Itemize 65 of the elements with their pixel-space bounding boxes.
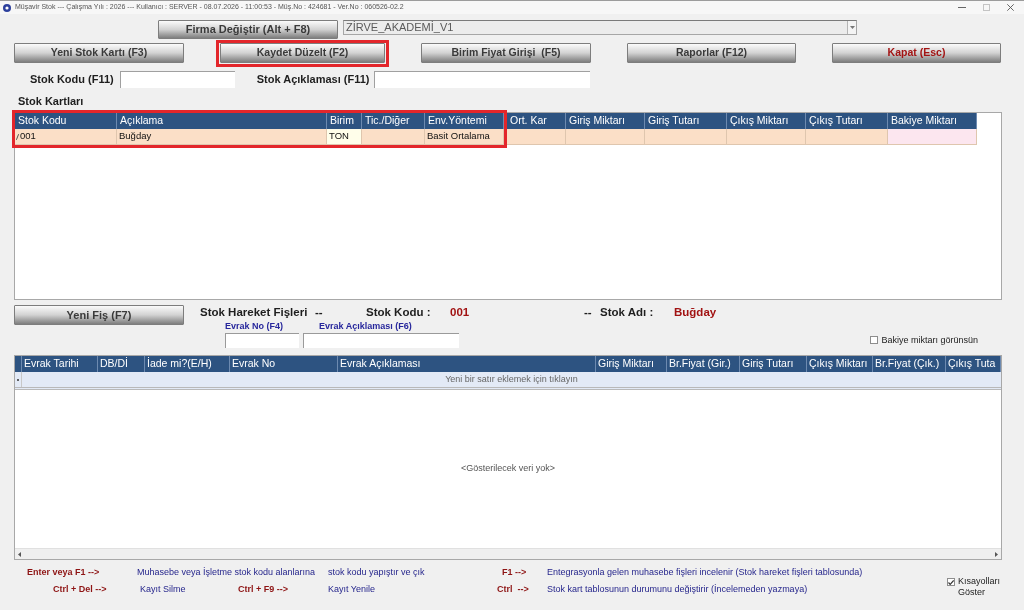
shortcut-key: F1 --> <box>502 567 527 578</box>
empty-message: <Gösterilecek veri yok> <box>460 462 555 476</box>
caret-icon <box>849 26 855 29</box>
new-voucher-button[interactable]: Yeni Fiş (F7) <box>14 305 184 325</box>
shortcut-key: Ctrl + F9 --> <box>238 584 288 595</box>
column-header[interactable]: Çıkış Tutarı <box>806 113 888 129</box>
column-header[interactable]: Tic./Diğer <box>362 113 425 129</box>
input-field[interactable] <box>225 333 299 348</box>
section-title: Stok Hareket Fişleri <box>200 304 308 320</box>
checkbox[interactable] <box>870 336 879 345</box>
separator-text: -- <box>584 304 592 320</box>
company-select[interactable]: ZİRVE_AKADEMİ_V1 <box>343 20 857 35</box>
checkbox-label: Kısayolları Göster <box>958 576 1002 598</box>
column-header[interactable]: Çıkış Miktarı <box>727 113 806 129</box>
horizontal-scrollbar[interactable] <box>15 548 1001 559</box>
action-button[interactable]: Birim Fiyat Girişi (F5) <box>421 43 591 63</box>
field-label: Stok Açıklaması (F11) <box>256 71 370 87</box>
checkmark-icon <box>948 579 954 585</box>
shortcut-description: stok kodu yapıştır ve çık <box>328 567 425 578</box>
shortcut-key: Ctrl + Del --> <box>53 584 107 595</box>
input-field[interactable] <box>119 70 235 88</box>
change-company-button[interactable]: Firma Değiştir (Alt + F8) <box>158 20 338 39</box>
column-header[interactable]: Açıklama <box>117 113 327 129</box>
column-header[interactable]: Giriş Tutarı <box>645 113 727 129</box>
action-button[interactable]: Kapat (Esc) <box>832 43 1001 63</box>
shortcut-description: Stok kart tablosunun durumunu değiştirir (İncelemeden yazmaya) <box>547 584 808 595</box>
action-button[interactable]: Raporlar (F12) <box>627 43 796 63</box>
field-value: Buğday <box>674 304 717 320</box>
new-row-hint: Yeni bir satır eklemek için tıklayın <box>445 372 578 386</box>
input-field[interactable] <box>303 333 459 348</box>
table-cell: 001 <box>19 129 117 145</box>
table-cell: TON <box>327 129 362 145</box>
new-row[interactable]: Yeni bir satır eklemek için tıklayın <box>15 372 1001 390</box>
column-header[interactable]: Ort. Kar <box>507 113 566 129</box>
shortcut-key: Enter veya F1 --> <box>27 567 100 578</box>
column-header[interactable]: Birim <box>327 113 362 129</box>
checkbox[interactable] <box>947 578 955 586</box>
column-header[interactable]: Bakiye Miktarı <box>888 113 977 129</box>
close-icon <box>1006 4 1014 11</box>
action-button[interactable]: Kaydet Düzelt (F2) <box>220 43 385 63</box>
column-header[interactable]: Env.Yöntemi <box>425 113 504 129</box>
field-label: Stok Kodu (F11) <box>30 71 114 87</box>
right-arrow-icon <box>995 551 998 557</box>
minimize-icon <box>958 7 966 8</box>
column-header[interactable]: Giriş Miktarı <box>566 113 645 129</box>
maximize-icon <box>982 4 990 11</box>
column-header[interactable]: Stok Kodu <box>15 113 117 129</box>
field-label: Evrak No (F4) <box>225 320 284 332</box>
field-label: Stok Kodu : <box>366 304 431 320</box>
shortcut-description: Muhasebe veya İşletme stok kodu alanlarına <box>137 567 316 578</box>
shortcut-description: Kayıt Silme <box>140 584 186 595</box>
shortcut-description: Entegrasyonla gelen muhasebe fişleri incelenir (Stok hareket fişleri tablosunda) <box>547 567 863 578</box>
shortcut-key: Ctrl --> <box>497 584 529 595</box>
section-title: Stok Kartları <box>18 95 84 107</box>
shortcut-description: Kayıt Yenile <box>328 584 376 595</box>
input-field[interactable] <box>374 70 591 88</box>
separator-text: -- <box>315 304 323 320</box>
field-label: Evrak Açıklaması (F6) <box>319 320 412 332</box>
left-arrow-icon <box>18 551 21 557</box>
action-button[interactable]: Yeni Stok Kartı (F3) <box>14 43 184 63</box>
checkbox-label: Bakiye miktarı görünsün <box>881 333 978 347</box>
field-value: 001 <box>450 304 470 320</box>
table-cell: Buğday <box>117 129 327 145</box>
field-label: Stok Adı : <box>600 304 654 320</box>
table-cell: Basit Ortalama <box>425 129 504 145</box>
